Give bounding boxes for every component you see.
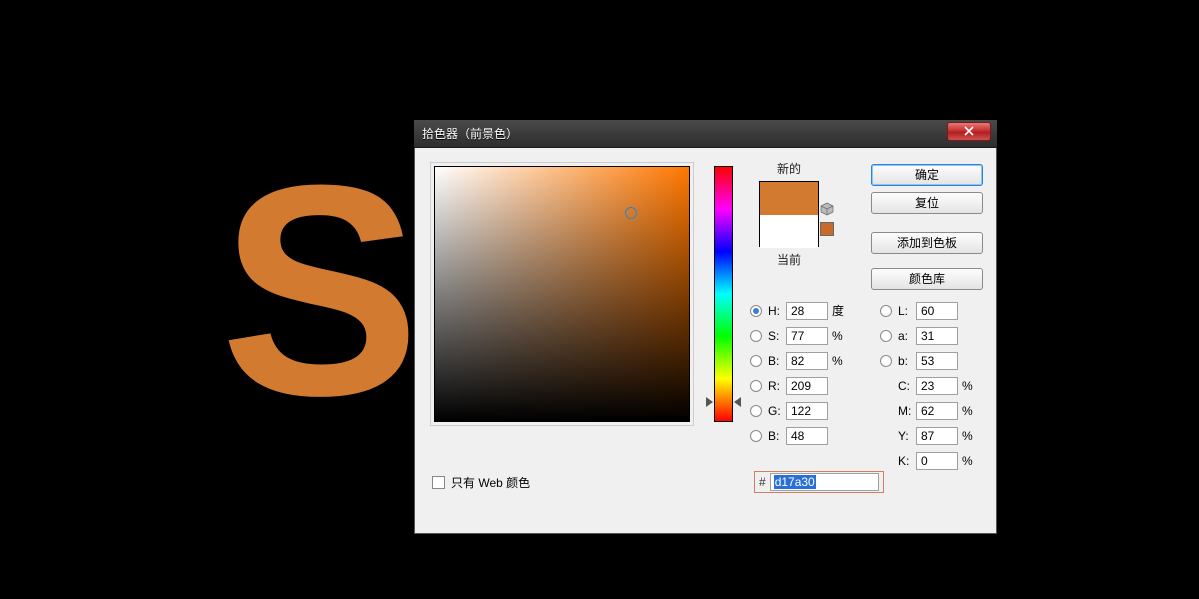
input-h[interactable]: 28 — [786, 302, 828, 320]
input-g[interactable]: 122 — [786, 402, 828, 420]
radio-s[interactable] — [750, 330, 762, 342]
hue-handle-right[interactable] — [734, 397, 741, 407]
spacer — [880, 430, 892, 442]
titlebar[interactable]: 拾色器（前景色） — [414, 120, 997, 148]
web-only-label: 只有 Web 颜色 — [451, 474, 530, 491]
input-bb[interactable]: 48 — [786, 427, 828, 445]
unit-s: % — [832, 329, 848, 343]
cancel-button[interactable]: 复位 — [871, 192, 983, 214]
out-of-gamut-swatch[interactable] — [820, 222, 834, 236]
swatch-area: 新的 当前 — [750, 160, 828, 272]
web-only-checkbox[interactable] — [432, 476, 445, 489]
input-l[interactable]: 60 — [916, 302, 958, 320]
input-a[interactable]: 31 — [916, 327, 958, 345]
radio-l[interactable] — [880, 305, 892, 317]
swatch-current-label: 当前 — [750, 251, 828, 268]
web-only-row: 只有 Web 颜色 — [432, 474, 530, 491]
label-k: K: — [898, 454, 916, 468]
unit-c: % — [962, 379, 978, 393]
input-bv[interactable]: 82 — [786, 352, 828, 370]
ok-button[interactable]: 确定 — [871, 164, 983, 186]
color-field-cursor[interactable] — [625, 207, 637, 219]
add-to-swatches-button[interactable]: 添加到色板 — [871, 232, 983, 254]
unit-m: % — [962, 404, 978, 418]
label-m: M: — [898, 404, 916, 418]
input-lb[interactable]: 53 — [916, 352, 958, 370]
input-m[interactable]: 62 — [916, 402, 958, 420]
unit-y: % — [962, 429, 978, 443]
input-y[interactable]: 87 — [916, 427, 958, 445]
radio-h[interactable] — [750, 305, 762, 317]
spacer — [880, 380, 892, 392]
label-y: Y: — [898, 429, 916, 443]
hue-slider-wrap — [714, 166, 733, 422]
hue-handle-left[interactable] — [706, 397, 713, 407]
swatch-current-color[interactable] — [760, 215, 818, 248]
radio-a[interactable] — [880, 330, 892, 342]
label-s: S: — [768, 329, 786, 343]
label-g: G: — [768, 404, 786, 418]
color-field-wrap — [434, 166, 704, 464]
unit-k: % — [962, 454, 978, 468]
radio-bv[interactable] — [750, 355, 762, 367]
radio-lb[interactable] — [880, 355, 892, 367]
dialog-body: 新的 当前 确定 复位 添加到色板 颜色库 H: 28 度 — [414, 148, 997, 534]
label-l: L: — [898, 304, 916, 318]
hex-input[interactable]: d17a30 — [770, 473, 879, 491]
label-bb: B: — [768, 429, 786, 443]
spacer — [880, 405, 892, 417]
input-c[interactable]: 23 — [916, 377, 958, 395]
hex-value: d17a30 — [774, 475, 816, 489]
input-s[interactable]: 77 — [786, 327, 828, 345]
value-rows: H: 28 度 L: 60 S: 77 % — [750, 298, 982, 473]
close-button[interactable] — [947, 122, 991, 141]
unit-h: 度 — [832, 302, 848, 319]
hex-hash: # — [759, 475, 766, 489]
swatch-new-label: 新的 — [750, 160, 828, 177]
swatch-box — [759, 181, 819, 247]
color-libraries-button[interactable]: 颜色库 — [871, 268, 983, 290]
swatch-new-color[interactable] — [760, 182, 818, 215]
color-field[interactable] — [434, 166, 690, 422]
dialog-title: 拾色器（前景色） — [414, 127, 518, 141]
radio-g[interactable] — [750, 405, 762, 417]
label-h: H: — [768, 304, 786, 318]
label-bv: B: — [768, 354, 786, 368]
label-a: a: — [898, 329, 916, 343]
close-icon — [964, 126, 974, 136]
label-r: R: — [768, 379, 786, 393]
color-picker-dialog: 拾色器（前景色） 新的 当前 — [413, 119, 998, 535]
radio-r[interactable] — [750, 380, 762, 392]
input-r[interactable]: 209 — [786, 377, 828, 395]
label-c: C: — [898, 379, 916, 393]
spacer — [880, 455, 892, 467]
input-k[interactable]: 0 — [916, 452, 958, 470]
unit-bv: % — [832, 354, 848, 368]
label-lb: b: — [898, 354, 916, 368]
canvas-letter: S — [220, 140, 420, 440]
radio-bb[interactable] — [750, 430, 762, 442]
gamut-cube-icon[interactable] — [820, 202, 834, 216]
hue-slider[interactable] — [714, 166, 733, 422]
hex-wrap: # d17a30 — [754, 471, 884, 493]
